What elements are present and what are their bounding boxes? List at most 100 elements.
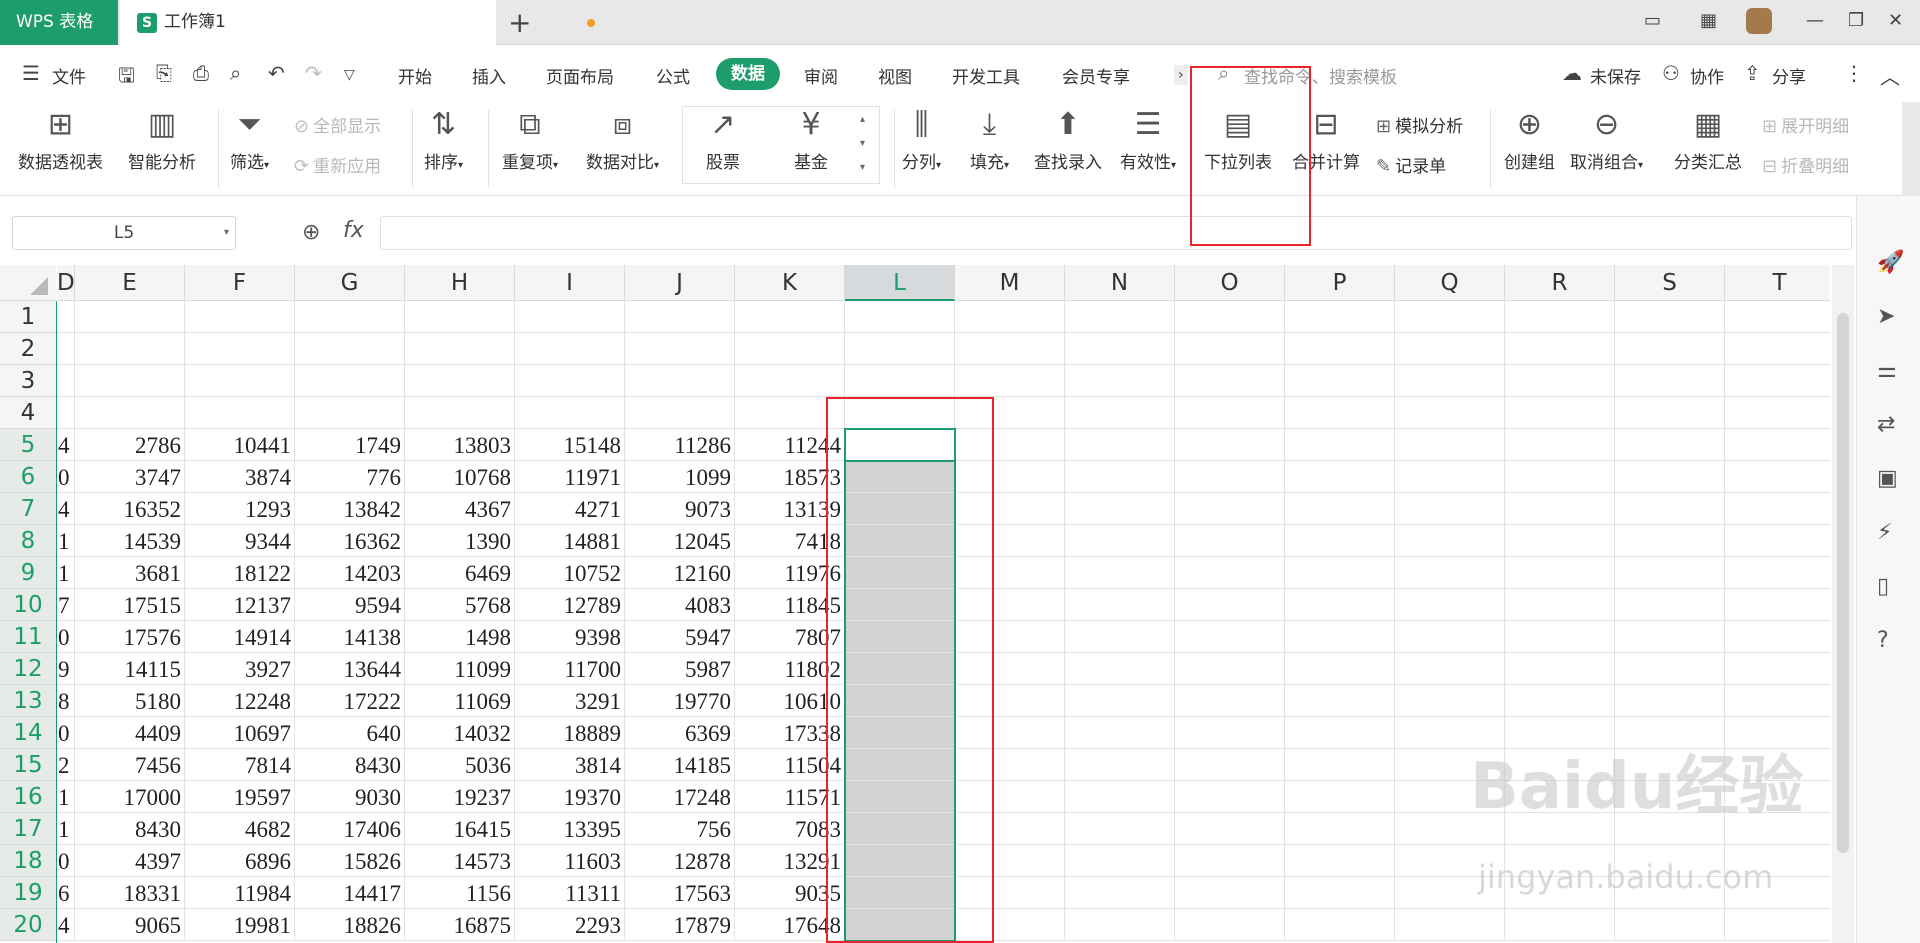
cell-e6[interactable]: 3747	[75, 461, 185, 493]
cell-k1[interactable]	[735, 301, 845, 333]
cell-k2[interactable]	[735, 333, 845, 365]
fill-button[interactable]: ⤓ 填充▾	[970, 108, 1009, 174]
cell-g18[interactable]: 15826	[295, 845, 405, 877]
stock-button[interactable]: ↗ 股票	[706, 108, 740, 174]
cell-o9[interactable]	[1175, 557, 1285, 589]
cell-t2[interactable]	[1725, 333, 1830, 365]
apps-grid-icon[interactable]: ▦	[1700, 10, 1717, 31]
cell-j15[interactable]: 14185	[625, 749, 735, 781]
cell-p7[interactable]	[1285, 493, 1395, 525]
cell-e9[interactable]: 3681	[75, 557, 185, 589]
column-header-e[interactable]: E	[75, 265, 185, 301]
export-icon[interactable]: ⎘	[156, 61, 172, 85]
cell-e13[interactable]: 5180	[75, 685, 185, 717]
collapse-ribbon-icon[interactable]: ︿	[1880, 61, 1900, 90]
cell-m2[interactable]	[955, 333, 1065, 365]
tab-view[interactable]: 视图	[878, 63, 912, 88]
cell-r9[interactable]	[1505, 557, 1615, 589]
cell-t10[interactable]	[1725, 589, 1830, 621]
cell-q5[interactable]	[1395, 429, 1505, 461]
column-header-m[interactable]: M	[955, 265, 1065, 301]
cell-i8[interactable]: 14881	[515, 525, 625, 557]
cell-f10[interactable]: 12137	[185, 589, 295, 621]
split-column-button[interactable]: ⫼ 分列▾	[902, 108, 941, 174]
cell-r13[interactable]	[1505, 685, 1615, 717]
cell-e17[interactable]: 8430	[75, 813, 185, 845]
cell-p10[interactable]	[1285, 589, 1395, 621]
expand-detail-button[interactable]: ⊞ 展开明细	[1762, 112, 1849, 137]
cell-l3[interactable]	[845, 365, 955, 397]
cell-e5[interactable]: 2786	[75, 429, 185, 461]
cell-j18[interactable]: 12878	[625, 845, 735, 877]
record-form-button[interactable]: ✎ 记录单	[1376, 152, 1446, 177]
cell-t11[interactable]	[1725, 621, 1830, 653]
cell-j16[interactable]: 17248	[625, 781, 735, 813]
row-header-13[interactable]: 13	[0, 685, 56, 717]
column-header-h[interactable]: H	[405, 265, 515, 301]
row-header-7[interactable]: 7	[0, 493, 56, 525]
cell-g10[interactable]: 9594	[295, 589, 405, 621]
cell-i17[interactable]: 13395	[515, 813, 625, 845]
row-header-3[interactable]: 3	[0, 365, 56, 397]
cell-g11[interactable]: 14138	[295, 621, 405, 653]
cell-o19[interactable]	[1175, 877, 1285, 909]
cell-j4[interactable]	[625, 397, 735, 429]
cell-d17[interactable]: 1	[57, 813, 75, 845]
cell-d19[interactable]: 6	[57, 877, 75, 909]
cell-j11[interactable]: 5947	[625, 621, 735, 653]
restore-icon[interactable]: ❐	[1848, 10, 1864, 31]
cell-j8[interactable]: 12045	[625, 525, 735, 557]
cell-s10[interactable]	[1615, 589, 1725, 621]
cell-j12[interactable]: 5987	[625, 653, 735, 685]
show-all-button[interactable]: ⊘ 全部显示	[294, 112, 381, 137]
cell-r10[interactable]	[1505, 589, 1615, 621]
cell-f3[interactable]	[185, 365, 295, 397]
cell-o20[interactable]	[1175, 909, 1285, 941]
cell-n4[interactable]	[1065, 397, 1175, 429]
cell-s1[interactable]	[1615, 301, 1725, 333]
cell-d11[interactable]: 0	[57, 621, 75, 653]
cell-n11[interactable]	[1065, 621, 1175, 653]
cell-f14[interactable]: 10697	[185, 717, 295, 749]
tab-developer[interactable]: 开发工具	[952, 63, 1020, 88]
cell-r20[interactable]	[1505, 909, 1615, 941]
cell-h6[interactable]: 10768	[405, 461, 515, 493]
column-header-s[interactable]: S	[1615, 265, 1725, 301]
row-header-10[interactable]: 10	[0, 589, 56, 621]
cell-q4[interactable]	[1395, 397, 1505, 429]
cell-p18[interactable]	[1285, 845, 1395, 877]
row-header-17[interactable]: 17	[0, 813, 56, 845]
cell-i7[interactable]: 4271	[515, 493, 625, 525]
cell-o14[interactable]	[1175, 717, 1285, 749]
tab-home[interactable]: 开始	[398, 63, 432, 88]
cell-p1[interactable]	[1285, 301, 1395, 333]
cell-t6[interactable]	[1725, 461, 1830, 493]
what-if-analysis-button[interactable]: ⊞ 模拟分析	[1376, 112, 1463, 137]
cell-d12[interactable]: 9	[57, 653, 75, 685]
app-tab[interactable]: WPS 表格	[0, 0, 118, 45]
cell-f11[interactable]: 14914	[185, 621, 295, 653]
tab-formulas[interactable]: 公式	[656, 63, 690, 88]
cell-j7[interactable]: 9073	[625, 493, 735, 525]
select-all-corner[interactable]	[0, 265, 56, 301]
gallery-scroll-icon[interactable]: ▴ ▾ ▾	[860, 108, 865, 180]
cell-f4[interactable]	[185, 397, 295, 429]
column-header-j[interactable]: J	[625, 265, 735, 301]
cell-t5[interactable]	[1725, 429, 1830, 461]
cell-t8[interactable]	[1725, 525, 1830, 557]
row-header-9[interactable]: 9	[0, 557, 56, 589]
cell-i18[interactable]: 11603	[515, 845, 625, 877]
row-header-12[interactable]: 12	[0, 653, 56, 685]
cell-o13[interactable]	[1175, 685, 1285, 717]
new-tab-button[interactable]: +	[508, 6, 531, 39]
cell-p15[interactable]	[1285, 749, 1395, 781]
cell-e4[interactable]	[75, 397, 185, 429]
cell-q11[interactable]	[1395, 621, 1505, 653]
print-preview-icon[interactable]: ⌕	[230, 61, 241, 85]
cell-r2[interactable]	[1505, 333, 1615, 365]
cell-n7[interactable]	[1065, 493, 1175, 525]
cell-o6[interactable]	[1175, 461, 1285, 493]
cell-g7[interactable]: 13842	[295, 493, 405, 525]
cell-k3[interactable]	[735, 365, 845, 397]
cell-g6[interactable]: 776	[295, 461, 405, 493]
